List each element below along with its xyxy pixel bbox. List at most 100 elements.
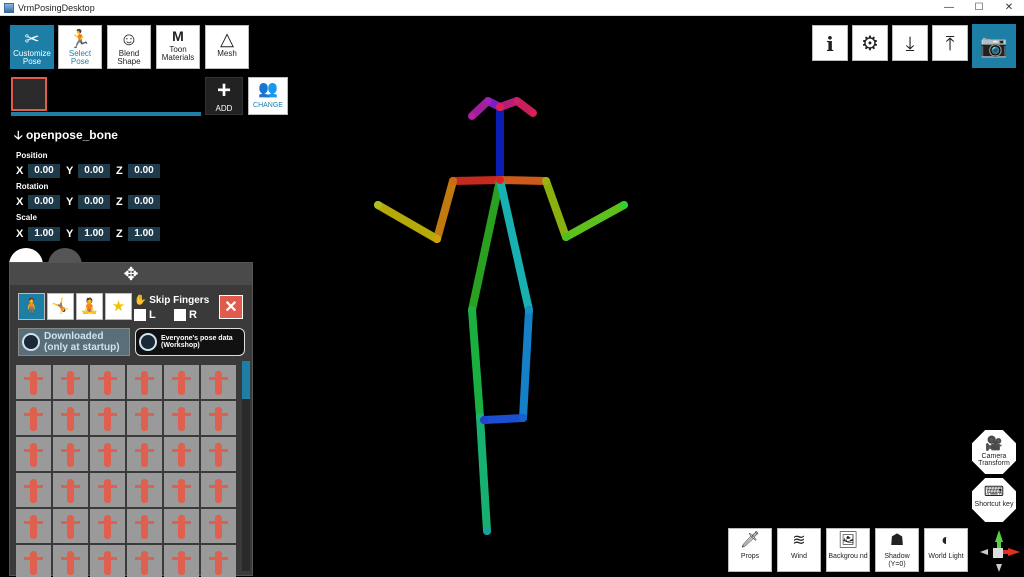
toon-materials-label: Toon Materials [161,45,195,62]
rotation-x-field[interactable]: 0.00 [28,195,60,209]
bone-thigh-right [496,176,533,314]
wind-button[interactable]: ≋ Wind [777,528,821,572]
toon-materials-icon: M [172,28,184,44]
pose-thumbnail[interactable] [90,401,125,435]
pose-thumbnail[interactable] [127,545,162,577]
scale-x-field[interactable]: 1.00 [28,227,60,241]
maximize-button[interactable]: ☐ [964,0,994,16]
app-icon [4,2,14,13]
pose-thumbnail[interactable] [16,437,51,471]
pose-thumbnail[interactable] [90,545,125,577]
pose-thumbnail[interactable] [53,473,88,507]
add-preset-button[interactable]: + ADD [205,77,243,115]
rotation-z-field[interactable]: 0.00 [128,195,160,209]
joint-neck [496,176,504,184]
pose-thumbnail[interactable] [90,473,125,507]
pose-thumbnail[interactable] [127,401,162,435]
scale-z-field[interactable]: 1.00 [128,227,160,241]
props-icon: 🗡 [739,532,761,549]
import-button[interactable]: ⤓ [892,25,928,61]
toon-materials-button[interactable]: M Toon Materials [156,25,200,69]
steam-icon [139,333,157,351]
pose-thumbnail[interactable] [127,437,162,471]
mesh-button[interactable]: △ Mesh [205,25,249,69]
skip-right-checkbox[interactable]: R [174,309,197,321]
preset-slider[interactable] [11,112,201,116]
preset-thumbnail[interactable] [11,77,47,111]
position-y-field[interactable]: 0.00 [78,164,110,178]
props-button[interactable]: 🗡 Props [728,528,772,572]
select-pose-button[interactable]: 🏃 Select Pose [58,25,102,69]
joint-eye-right [514,98,520,104]
workshop-button[interactable]: Everyone's pose data (Workshop) [135,328,245,356]
skip-fingers-label: Skip Fingers [149,295,210,306]
pose-thumbnail[interactable] [127,365,162,399]
screenshot-button[interactable]: 📷 [972,24,1016,68]
pose-thumbnail[interactable] [16,365,51,399]
world-light-button[interactable]: ◐ World Light [924,528,968,572]
downloaded-button[interactable]: Downloaded (only at startup) [18,328,130,356]
axis-gizmo[interactable] [976,528,1022,574]
position-x-field[interactable]: 0.00 [28,164,60,178]
position-z-field[interactable]: 0.00 [128,164,160,178]
blend-shape-button[interactable]: ☺ Blend Shape [107,25,151,69]
skip-left-checkbox[interactable]: L [134,309,156,321]
pose-thumbnail[interactable] [201,545,236,577]
pose-thumbnail[interactable] [164,437,199,471]
pose-thumbnail[interactable] [127,509,162,543]
tab-favorites[interactable]: ★ [105,293,132,320]
pose-thumbnail[interactable] [90,365,125,399]
background-button[interactable]: 🖼 Backgrou nd [826,528,870,572]
settings-button[interactable]: ⚙ [852,25,888,61]
pose-thumbnail[interactable] [164,401,199,435]
scrollbar-thumb[interactable] [242,361,250,399]
position-fields: X 0.00 Y 0.00 Z 0.00 [16,164,166,178]
scale-y-field[interactable]: 1.00 [78,227,110,241]
download-icon: ⤓ [905,33,915,55]
tab-standing[interactable]: 🧍 [18,293,45,320]
tab-action[interactable]: 🤸 [47,293,74,320]
pose-thumbnail[interactable] [90,437,125,471]
panel-drag-handle[interactable]: ✥ [10,263,252,285]
shadow-button[interactable]: ☗ Shadow (Y=0) [875,528,919,572]
pose-thumbnail[interactable] [201,509,236,543]
info-button[interactable]: i [812,25,848,61]
pose-thumbnail[interactable] [201,401,236,435]
pose-thumbnail[interactable] [164,545,199,577]
bone-thigh-left [468,176,504,314]
pose-thumbnail[interactable] [164,509,199,543]
minimize-button[interactable]: — [934,0,964,16]
joint-ear-left [469,113,475,119]
pose-thumbnail[interactable] [53,509,88,543]
export-button[interactable]: ⤒ [932,25,968,61]
joint-ankle-left [483,527,491,535]
close-window-button[interactable]: ✕ [994,0,1024,16]
pose-thumbnail[interactable] [16,401,51,435]
pose-thumbnail[interactable] [53,437,88,471]
pose-thumbnail[interactable] [53,545,88,577]
pose-thumbnail[interactable] [90,509,125,543]
pose-thumbnail[interactable] [164,473,199,507]
pose-thumbnail[interactable] [16,545,51,577]
tab-sitting[interactable]: 🧘 [76,293,103,320]
pose-thumbnail[interactable] [16,509,51,543]
users-icon: 👥 [258,81,278,98]
close-panel-button[interactable]: ✕ [219,295,243,319]
rotation-fields: X 0.00 Y 0.00 Z 0.00 [16,195,166,209]
rotation-y-field[interactable]: 0.00 [78,195,110,209]
pose-thumbnail[interactable] [127,473,162,507]
change-preset-button[interactable]: 👥 CHANGE [248,77,288,115]
pose-thumbnail[interactable] [53,401,88,435]
bone-foot-left [476,413,491,535]
pose-thumbnail[interactable] [164,365,199,399]
light-icon: ◐ [941,532,951,549]
pose-thumbnail[interactable] [201,437,236,471]
pose-thumbnail[interactable] [53,365,88,399]
pose-grid-scrollbar[interactable] [242,361,250,571]
joint-eye-left [485,98,491,104]
pose-thumbnail[interactable] [201,473,236,507]
pose-thumbnail[interactable] [16,473,51,507]
pose-thumbnail[interactable] [201,365,236,399]
customize-pose-button[interactable]: ✂ Customize Pose [10,25,54,69]
select-pose-icon: 🏃 [68,29,92,49]
